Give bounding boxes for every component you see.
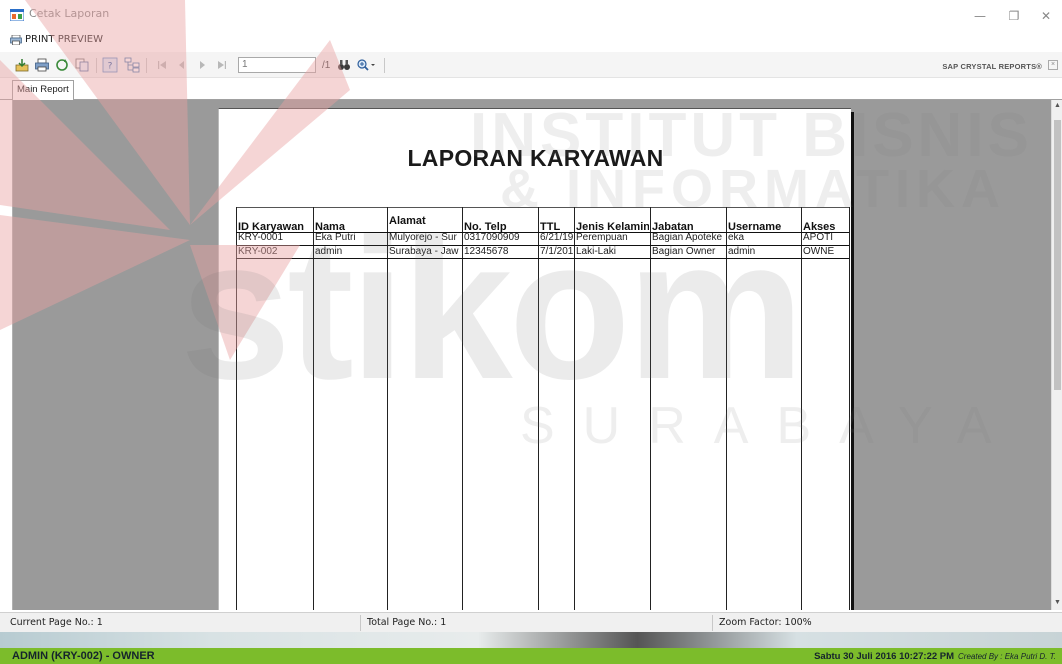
toolbar-separator xyxy=(384,58,385,73)
table-cell: admin xyxy=(728,246,756,257)
table-cell: 7/1/201 xyxy=(540,246,573,257)
table-cell: KRY-002 xyxy=(238,246,278,257)
scroll-thumb[interactable] xyxy=(1054,120,1061,390)
report-toolbar: ? 1 /1 SAP CRYSTAL REPORTS® × xyxy=(0,52,1062,78)
row-rule xyxy=(236,258,849,259)
column-divider xyxy=(387,207,388,610)
column-divider xyxy=(726,207,727,610)
window-title: Cetak Laporan xyxy=(29,7,110,20)
report-viewer[interactable]: LAPORAN KARYAWAN ID Karyawan Nama Alamat… xyxy=(12,100,1051,610)
column-divider xyxy=(650,207,651,610)
first-page-icon[interactable] xyxy=(154,57,170,73)
table-cell: Bagian Owner xyxy=(652,246,716,257)
scroll-down-icon[interactable]: ▼ xyxy=(1053,598,1062,608)
print-preview-icon xyxy=(10,34,22,45)
column-divider xyxy=(849,207,850,610)
page-number-input[interactable]: 1 xyxy=(238,57,316,73)
table-cell: APOTI xyxy=(803,232,834,243)
print-preview-label: PRINT PREVIEW xyxy=(25,34,103,45)
column-divider xyxy=(462,207,463,610)
column-divider xyxy=(538,207,539,610)
footer-datetime: Sabtu 30 Juli 2016 10:27:22 PM Created By… xyxy=(814,651,1056,662)
svg-text:?: ? xyxy=(108,62,113,72)
toggle-group-tree-icon[interactable]: ? xyxy=(102,57,118,73)
table-cell: KRY-0001 xyxy=(238,232,284,243)
print-preview-menu[interactable]: PRINT PREVIEW xyxy=(10,34,103,45)
table-cell: Eka Putri xyxy=(315,232,356,243)
maximize-button[interactable]: ❐ xyxy=(1000,4,1028,28)
table-cell: 0317090909 xyxy=(464,232,520,243)
menu-strip: PRINT PREVIEW xyxy=(0,32,1062,50)
table-cell: Perempuan xyxy=(576,232,628,243)
total-page-status: Total Page No.: 1 xyxy=(367,617,447,628)
next-page-icon[interactable] xyxy=(194,57,210,73)
page-total: /1 xyxy=(322,60,331,71)
status-divider xyxy=(712,615,713,631)
toolbar-separator xyxy=(146,58,147,73)
export-icon[interactable] xyxy=(14,57,30,73)
table-cell: admin xyxy=(315,246,343,257)
crystal-reports-brand: SAP CRYSTAL REPORTS® xyxy=(942,62,1042,71)
table-cell: 6/21/19 xyxy=(540,232,573,243)
table-cell: eka xyxy=(728,232,745,243)
table-cell: Laki-Laki xyxy=(576,246,617,257)
status-divider xyxy=(360,615,361,631)
zoom-status: Zoom Factor: 100% xyxy=(719,617,812,628)
tab-main-report[interactable]: Main Report xyxy=(12,80,74,100)
report-title: LAPORAN KARYAWAN xyxy=(407,145,664,171)
vertical-scrollbar[interactable]: ▲ ▼ xyxy=(1051,100,1062,610)
app-window: Cetak Laporan — ❐ ✕ PRINT PREVIEW ? 1 /1… xyxy=(0,0,1062,664)
column-divider xyxy=(313,207,314,610)
page-shadow xyxy=(851,112,854,610)
title-bar: Cetak Laporan — ❐ ✕ xyxy=(0,0,1062,32)
report-tab-row: Main Report xyxy=(0,78,1062,100)
current-page-status: Current Page No.: 1 xyxy=(10,617,103,628)
toolbar-separator xyxy=(96,58,97,73)
last-page-icon[interactable] xyxy=(214,57,230,73)
zoom-icon[interactable] xyxy=(356,57,378,73)
print-icon[interactable] xyxy=(34,57,50,73)
datetime-text: Sabtu 30 Juli 2016 10:27:22 PM xyxy=(814,651,955,662)
desktop-background-strip xyxy=(0,632,1062,648)
logged-in-user: ADMIN (KRY-002) - OWNER xyxy=(12,650,155,662)
app-icon xyxy=(10,9,24,21)
minimize-button[interactable]: — xyxy=(966,4,994,28)
credit-text: Created By : Eka Putri D. T. xyxy=(958,652,1056,661)
refresh-icon[interactable] xyxy=(54,57,70,73)
scroll-up-icon[interactable]: ▲ xyxy=(1053,101,1062,111)
close-view-icon[interactable]: × xyxy=(1048,60,1058,70)
table-top-rule xyxy=(236,207,849,208)
table-cell: Surabaya - Jaw xyxy=(389,246,459,257)
close-button[interactable]: ✕ xyxy=(1032,4,1060,28)
copy-icon[interactable] xyxy=(74,57,90,73)
status-bar: Current Page No.: 1 Total Page No.: 1 Zo… xyxy=(0,612,1062,632)
column-divider xyxy=(574,207,575,610)
table-cell: Mulyorejo - Sur xyxy=(389,232,457,243)
column-header: Alamat xyxy=(389,215,426,227)
report-page: LAPORAN KARYAWAN ID Karyawan Nama Alamat… xyxy=(218,108,851,610)
table-cell: Bagian Apoteke xyxy=(652,232,723,243)
column-divider xyxy=(801,207,802,610)
column-divider xyxy=(236,207,237,610)
table-cell: 12345678 xyxy=(464,246,509,257)
footer-bar: ADMIN (KRY-002) - OWNER Sabtu 30 Juli 20… xyxy=(0,648,1062,664)
find-icon[interactable] xyxy=(336,57,352,73)
table-cell: OWNE xyxy=(803,246,835,257)
group-tree-icon[interactable] xyxy=(124,57,140,73)
previous-page-icon[interactable] xyxy=(174,57,190,73)
